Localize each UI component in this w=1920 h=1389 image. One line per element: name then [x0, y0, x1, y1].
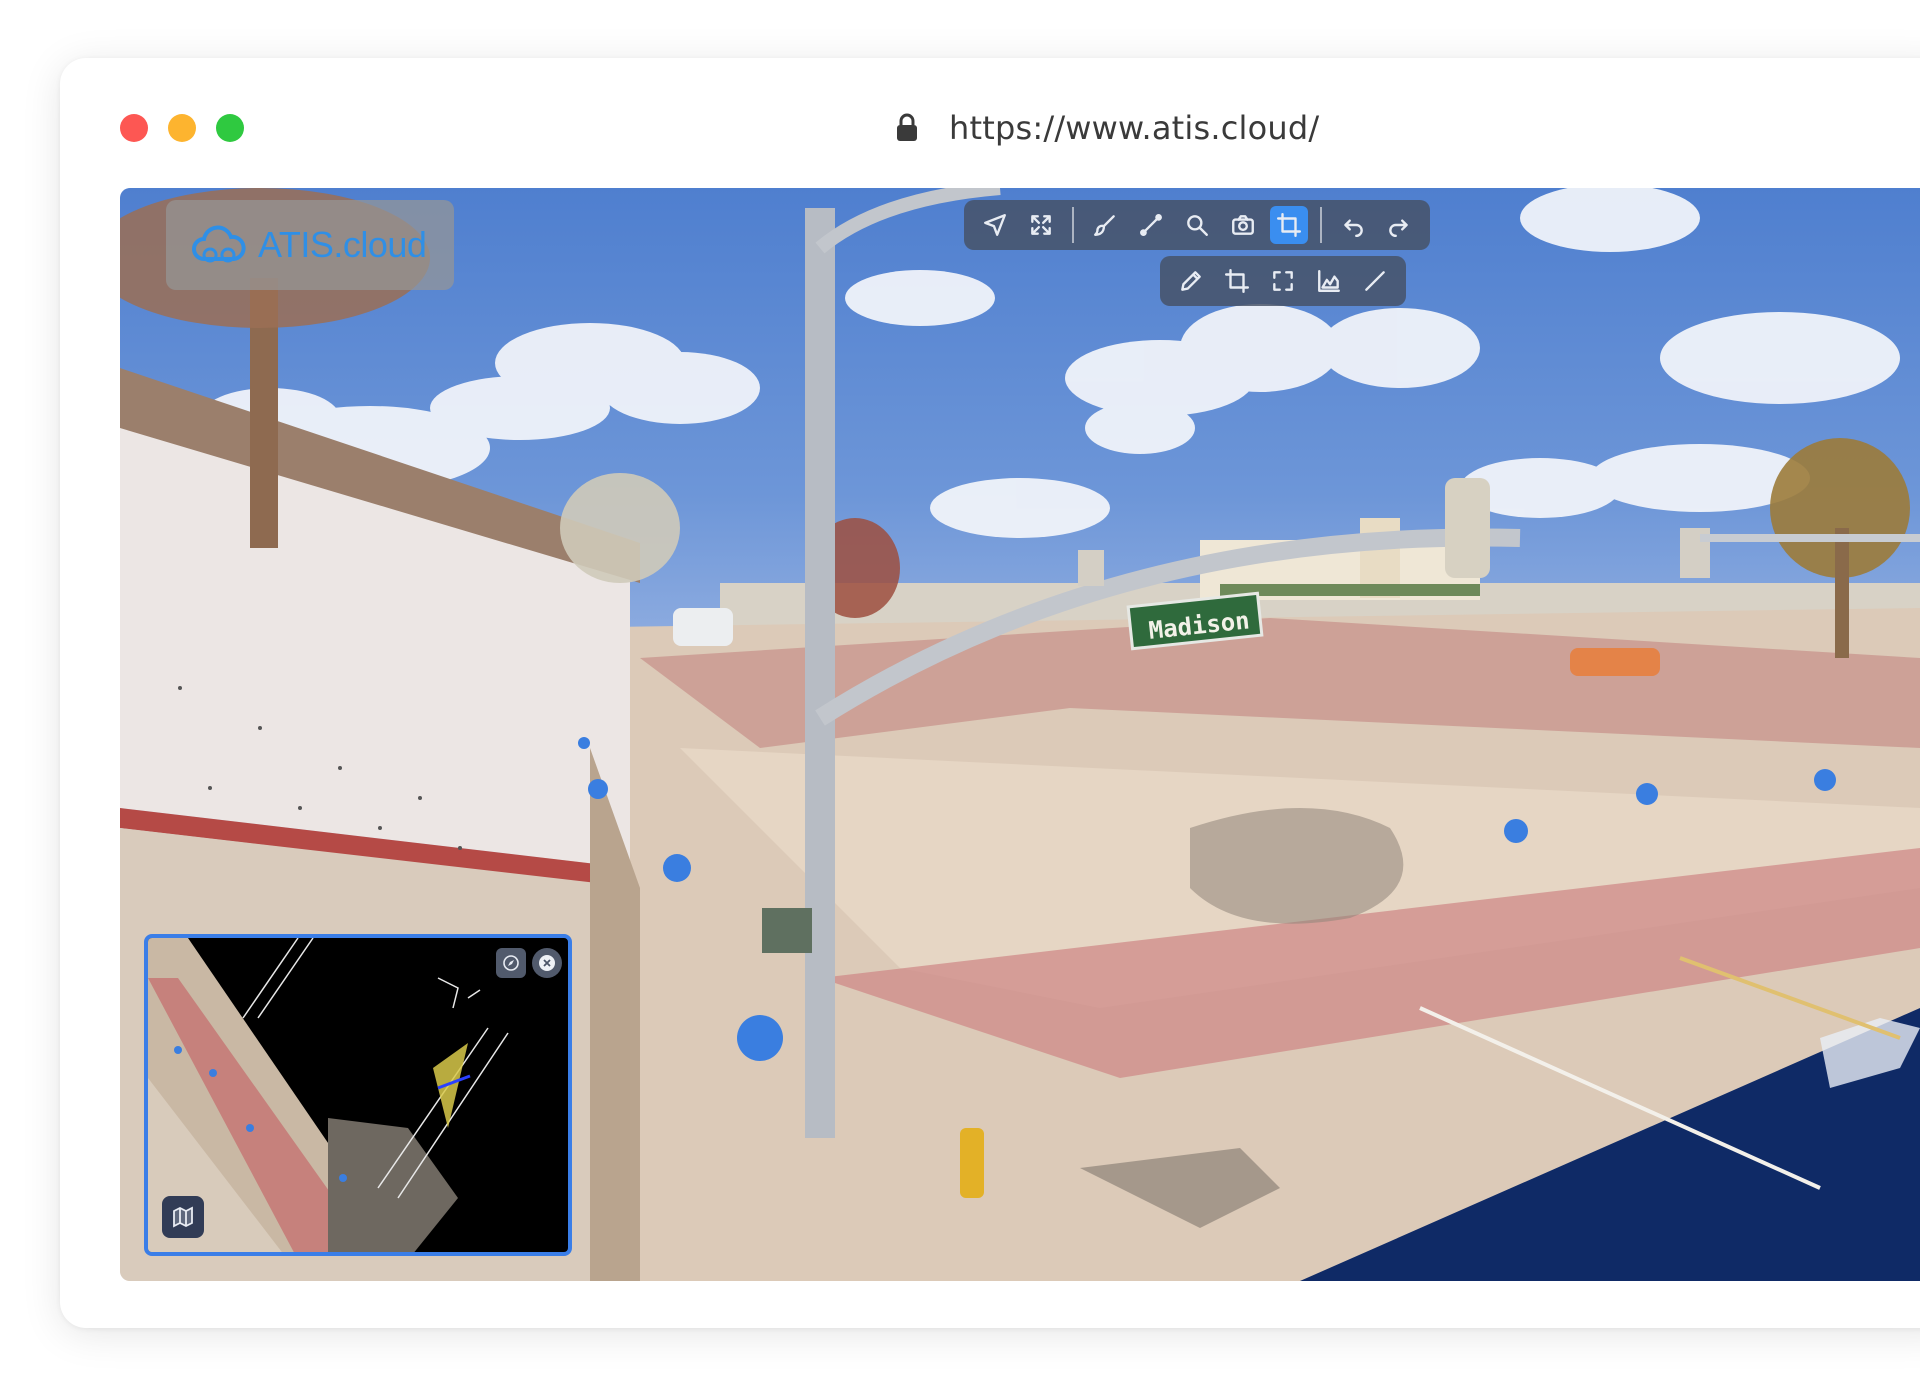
- close-icon[interactable]: [532, 948, 562, 978]
- capture-marker[interactable]: [578, 737, 590, 749]
- camera-icon[interactable]: [1224, 206, 1262, 244]
- minimap-panel[interactable]: [144, 934, 572, 1256]
- sub-toolbar: [1160, 256, 1406, 306]
- toolbar-separator: [1072, 207, 1074, 243]
- navigate-arrow-icon[interactable]: [976, 206, 1014, 244]
- capture-marker[interactable]: [737, 1015, 783, 1061]
- capture-marker[interactable]: [663, 854, 691, 882]
- zoom-search-icon[interactable]: [1178, 206, 1216, 244]
- undo-icon[interactable]: [1334, 206, 1372, 244]
- profile-chart-icon[interactable]: [1310, 262, 1348, 300]
- compass-icon[interactable]: [496, 948, 526, 978]
- logo-text: ATIS.cloud: [258, 224, 427, 265]
- map-icon[interactable]: [162, 1196, 204, 1238]
- address-bar[interactable]: https://www.atis.cloud/: [895, 108, 1319, 148]
- maximize-window-button[interactable]: [216, 114, 244, 142]
- capture-marker[interactable]: [588, 779, 608, 799]
- capture-marker[interactable]: [1636, 783, 1658, 805]
- point-cloud-viewport[interactable]: Madison ATIS.cloud: [120, 188, 1920, 1281]
- close-window-button[interactable]: [120, 114, 148, 142]
- app-logo: ATIS.cloud: [166, 200, 454, 290]
- focus-frame-icon[interactable]: [1264, 262, 1302, 300]
- toolbar-separator: [1320, 207, 1322, 243]
- main-toolbar: [964, 200, 1430, 250]
- minimize-window-button[interactable]: [168, 114, 196, 142]
- minimap-view[interactable]: [148, 938, 572, 1256]
- crop-icon[interactable]: [1270, 206, 1308, 244]
- url-text[interactable]: https://www.atis.cloud/: [949, 109, 1319, 147]
- line-tool-icon[interactable]: [1356, 262, 1394, 300]
- capture-marker[interactable]: [1504, 819, 1528, 843]
- capture-marker[interactable]: [1814, 769, 1836, 791]
- measure-line-icon[interactable]: [1132, 206, 1170, 244]
- cloud-logo-icon: [192, 225, 246, 263]
- brush-icon[interactable]: [1086, 206, 1124, 244]
- lock-icon: [897, 113, 917, 141]
- redo-icon[interactable]: [1380, 206, 1418, 244]
- fullscreen-expand-icon[interactable]: [1022, 206, 1060, 244]
- crop-icon[interactable]: [1218, 262, 1256, 300]
- pencil-icon[interactable]: [1172, 262, 1210, 300]
